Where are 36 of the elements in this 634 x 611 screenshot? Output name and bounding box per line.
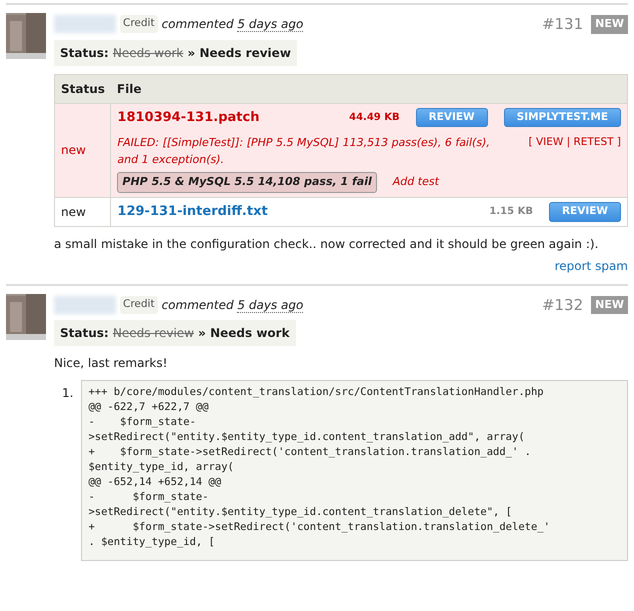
comment-time: 5 days ago: [237, 17, 304, 32]
status-change: Status: Needs work » Needs review: [54, 40, 297, 66]
new-badge: NEW: [591, 296, 628, 314]
column-header: Status: [54, 74, 111, 103]
blurred-username: [54, 15, 116, 34]
comment-body: a small mistake in the configuration check.. now corrected and it should be green again :).: [54, 236, 600, 252]
comment-meta: commented 5 days ago: [162, 296, 304, 314]
comment-number[interactable]: #132: [542, 294, 584, 316]
add-test-link[interactable]: Add test: [392, 174, 439, 191]
test-link[interactable]: RETEST: [574, 136, 614, 148]
new-badge: NEW: [591, 15, 628, 34]
report-spam-link[interactable]: report spam: [554, 258, 628, 272]
comment-meta: commented 5 days ago: [162, 16, 304, 34]
test-failure-message: FAILED: [[SimpleTest]]: [PHP 5.5 MySQL] 113,513 pass(es), 6 fail(s), and 1 exception(s).: [117, 135, 491, 168]
file-size: 44.49 KB: [349, 110, 400, 125]
status-change: Status: Needs review » Needs work: [54, 320, 296, 346]
test-result[interactable]: PHP 5.5 & MySQL 5.5 14,108 pass, 1 fail: [117, 172, 377, 193]
review-button[interactable]: REVIEW: [548, 202, 621, 222]
file-link[interactable]: 1810394-131.patch: [117, 108, 260, 128]
credit-label: Credit: [120, 296, 158, 314]
credit-label: Credit: [120, 15, 158, 34]
status-cell: new: [54, 197, 111, 226]
comment-time: 5 days ago: [237, 298, 304, 313]
list-number: 1.: [62, 385, 74, 402]
status-cell: new: [54, 103, 111, 198]
test-actions: [ VIEW | RETEST ]: [528, 135, 621, 150]
review-button[interactable]: REVIEW: [416, 108, 488, 128]
column-header: File: [110, 74, 628, 103]
blurred-username: [54, 296, 116, 314]
comment-number[interactable]: #131: [542, 13, 584, 36]
file-size: 1.15 KB: [489, 205, 533, 220]
code-block: +++ b/core/modules/content_translation/src/ContentTranslationHandler.php @@ -622,7 +622,7 @@ - $form_state- >setRedirect("entity.$entity_type_id.content_translation_add", array( + $form_state->setRedirect('content_translation.translation_add_' . $entity_type_id, array( @@ -652,14 +652,14 @@ - $form_state- >setRedirect("entity.$entity_type_id.content_translation_delete", [ + $form_state->setRedirect('content_translation.translation_delete_' . $entity_type_id, [: [81, 380, 628, 561]
test-link[interactable]: VIEW: [536, 136, 564, 148]
file-link[interactable]: 129-131-interdiff.txt: [117, 202, 268, 222]
review-button[interactable]: SIMPLYTEST.ME: [504, 108, 621, 128]
comment-body: Nice, last remarks!: [54, 355, 168, 372]
